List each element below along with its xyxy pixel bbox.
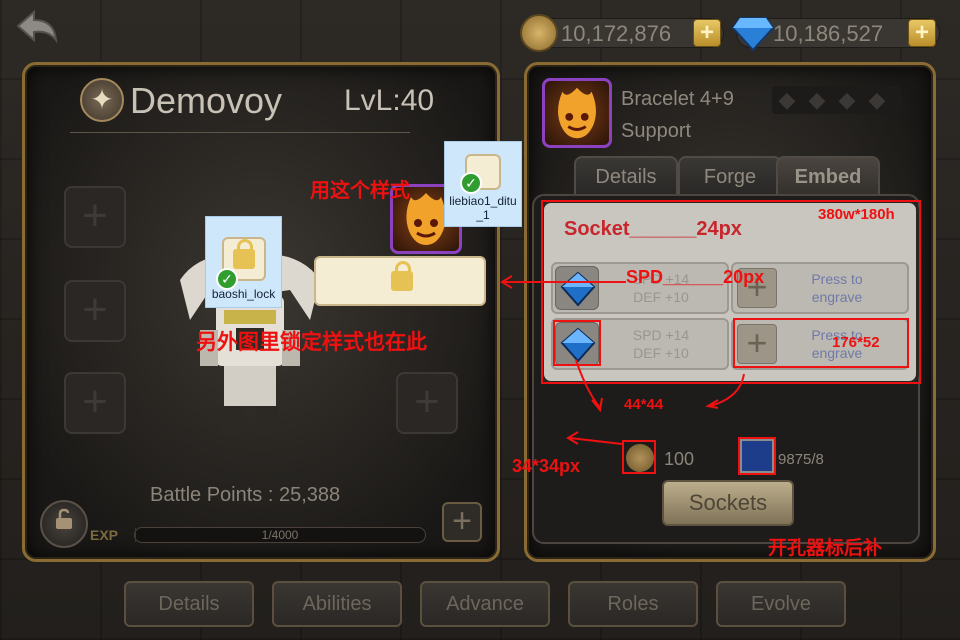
annotation-box-engrave [733,318,909,368]
bottom-tab-details[interactable]: Details [124,581,254,627]
add-gold-button[interactable]: + [693,19,721,47]
back-arrow-icon[interactable] [14,6,60,48]
gold-amount: 10,172,876 [561,21,672,46]
annotation-arrow-engrave [705,373,745,409]
checkmark-icon: ✓ [460,172,482,194]
battle-points: Battle Points : 25,388 [150,484,341,506]
exp-text: 1/4000 [261,528,299,542]
star-icon: ◆ [808,87,826,112]
hero-level: LvL:40 [344,84,435,117]
bottom-tab-evolve[interactable]: Evolve [716,581,846,627]
star-icon: ◆ [778,87,796,112]
equipment-slot-3[interactable]: + [64,372,126,434]
star-icon: ◆ [838,87,856,112]
bottom-tab-advance[interactable]: Advance [420,581,550,627]
exp-label: EXP [90,527,119,543]
item-icon [542,78,612,148]
hero-class-emblem-icon: ✦ [80,78,124,122]
tab-forge[interactable]: Forge [678,156,782,194]
gold-coin-icon [520,14,558,52]
add-gems-button[interactable]: + [908,19,936,47]
diamond-icon [732,17,774,52]
bottom-tab-abilities[interactable]: Abilities [272,581,402,627]
gem-amount: 10,186,527 [773,21,884,46]
item-star-rating: ◆ ◆ ◆ ◆ [772,86,902,114]
asset-card-list-bg: liebiao1_ditu_1 [444,141,522,227]
lock-icon [391,261,413,291]
equipment-slot-6[interactable]: + [396,372,458,434]
bottom-tab-roles[interactable]: Roles [568,581,698,627]
equipment-slot-1[interactable]: + [64,186,126,248]
title-divider [70,132,410,133]
sockets-button[interactable]: Sockets [662,480,794,526]
star-icon: ◆ [868,87,886,112]
flame-mask-icon [558,87,596,139]
socket-opener-count: 9875/8 [778,451,824,468]
item-name: Bracelet 4+9 [621,88,734,110]
annotation-use-this-style: 用这个样式 [310,180,410,202]
locked-slot-style-sample [314,256,486,306]
tab-embed[interactable]: Embed [776,156,880,194]
item-role: Support [621,120,692,142]
annotation-box-opener [738,437,776,475]
equipment-slot-2[interactable]: + [64,280,126,342]
tab-details[interactable]: Details [574,156,678,194]
asset-card-lock: baoshi_lock [205,216,282,308]
socket-cost: 100 [664,449,695,469]
add-exp-button[interactable]: + [442,502,482,542]
hero-name: Demovoy [130,80,283,121]
annotation-arrows [500,275,626,445]
checkmark-icon: ✓ [216,268,238,290]
annotation-opener-note: 开孔器标后补 [768,538,883,559]
annotation-other-lock-style: 另外图里锁定样式也在此 [196,331,427,354]
unlock-icon [56,508,72,529]
unlock-toggle-button[interactable] [40,500,88,548]
